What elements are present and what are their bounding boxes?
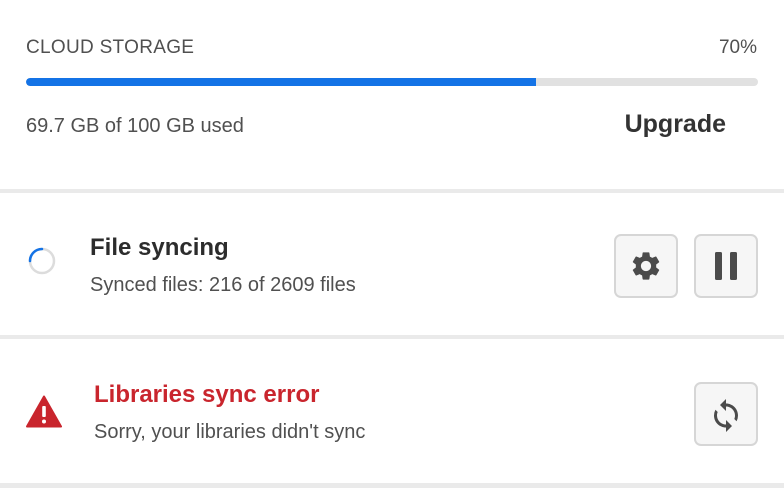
libraries-error-row: Libraries sync error Sorry, your librari… [0,339,784,483]
storage-progress-fill [26,78,537,86]
retry-sync-button[interactable] [694,382,758,446]
sync-settings-button[interactable] [614,234,678,298]
refresh-icon [708,396,744,432]
storage-percent: 70% [718,37,757,58]
sync-status-panel: CLOUD STORAGE 70% 69.7 GB of 100 GB used… [0,0,784,492]
file-sync-status: Synced files: 216 of 2609 files [90,274,356,296]
upgrade-button[interactable]: Upgrade [625,110,726,139]
storage-progress-bar [26,78,758,86]
warning-icon [26,395,62,433]
pause-sync-button[interactable] [694,234,758,298]
cloud-storage-section: CLOUD STORAGE 70% 69.7 GB of 100 GB used… [0,0,784,189]
spinner-icon [27,246,57,281]
file-sync-title: File syncing [90,234,229,261]
gear-icon [629,249,663,283]
pause-icon [713,251,739,281]
storage-label: CLOUD STORAGE [26,37,195,58]
file-sync-row: File syncing Synced files: 216 of 2609 f… [0,193,784,335]
section-divider [0,483,784,488]
libraries-error-title: Libraries sync error [94,381,320,408]
libraries-error-message: Sorry, your libraries didn't sync [94,421,366,443]
storage-used-text: 69.7 GB of 100 GB used [26,115,244,137]
